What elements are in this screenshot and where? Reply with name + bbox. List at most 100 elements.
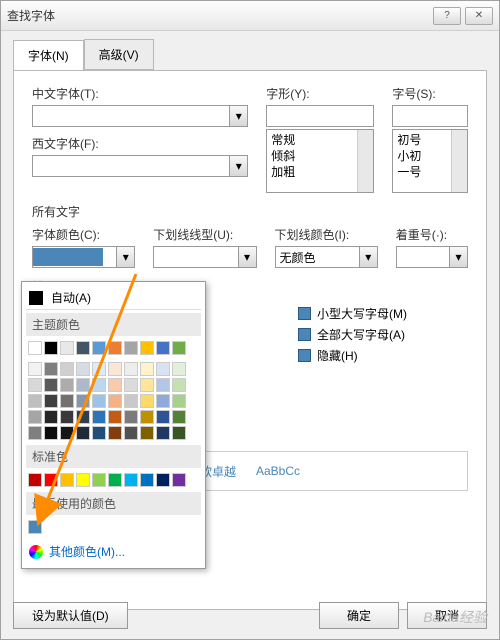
- size-input[interactable]: [392, 105, 468, 127]
- tab-advanced[interactable]: 高级(V): [84, 39, 154, 70]
- color-swatch[interactable]: [44, 341, 58, 355]
- color-swatch[interactable]: [60, 394, 74, 408]
- color-swatch[interactable]: [140, 394, 154, 408]
- color-swatch[interactable]: [44, 362, 58, 376]
- color-swatch[interactable]: [140, 410, 154, 424]
- check-hidden[interactable]: 隐藏(H): [298, 347, 468, 364]
- color-swatch[interactable]: [140, 341, 154, 355]
- color-swatch[interactable]: [76, 394, 90, 408]
- color-swatch[interactable]: [76, 341, 90, 355]
- color-swatch[interactable]: [92, 473, 106, 487]
- color-swatch[interactable]: [124, 378, 138, 392]
- color-swatch[interactable]: [92, 394, 106, 408]
- color-swatch[interactable]: [108, 473, 122, 487]
- chevron-down-icon: ▾: [116, 247, 134, 267]
- color-swatch[interactable]: [60, 362, 74, 376]
- color-swatch[interactable]: [92, 378, 106, 392]
- emphasis-combo[interactable]: ▾: [396, 246, 468, 268]
- color-swatch[interactable]: [76, 410, 90, 424]
- color-swatch[interactable]: [92, 362, 106, 376]
- color-swatch[interactable]: [124, 362, 138, 376]
- color-swatch[interactable]: [124, 341, 138, 355]
- color-swatch[interactable]: [60, 341, 74, 355]
- color-swatch[interactable]: [156, 341, 170, 355]
- color-swatch[interactable]: [28, 394, 42, 408]
- color-swatch[interactable]: [44, 394, 58, 408]
- color-swatch[interactable]: [28, 341, 42, 355]
- style-input[interactable]: [266, 105, 374, 127]
- style-list[interactable]: 常规 倾斜 加粗: [266, 129, 374, 193]
- color-swatch[interactable]: [108, 378, 122, 392]
- set-default-button[interactable]: 设为默认值(D): [13, 602, 128, 629]
- color-swatch[interactable]: [92, 410, 106, 424]
- color-swatch[interactable]: [156, 394, 170, 408]
- theme-palette: [26, 339, 201, 357]
- color-swatch[interactable]: [172, 394, 186, 408]
- color-swatch[interactable]: [60, 378, 74, 392]
- color-swatch[interactable]: [28, 426, 42, 440]
- color-swatch[interactable]: [28, 378, 42, 392]
- color-swatch[interactable]: [108, 341, 122, 355]
- color-swatch[interactable]: [172, 362, 186, 376]
- westfont-combo[interactable]: ▾: [32, 155, 248, 177]
- color-swatch[interactable]: [124, 394, 138, 408]
- color-swatch[interactable]: [156, 410, 170, 424]
- color-swatch[interactable]: [108, 426, 122, 440]
- color-swatch[interactable]: [172, 410, 186, 424]
- color-swatch[interactable]: [28, 473, 42, 487]
- color-swatch[interactable]: [76, 473, 90, 487]
- color-swatch[interactable]: [44, 473, 58, 487]
- color-swatch[interactable]: [124, 410, 138, 424]
- more-colors-row[interactable]: 其他颜色(M)...: [26, 539, 201, 564]
- check-smallcaps[interactable]: 小型大写字母(M): [298, 305, 468, 322]
- ultype-combo[interactable]: ▾: [153, 246, 256, 268]
- color-swatch[interactable]: [108, 410, 122, 424]
- size-list[interactable]: 初号 小初 一号: [392, 129, 468, 193]
- color-swatch[interactable]: [60, 473, 74, 487]
- color-swatch[interactable]: [92, 341, 106, 355]
- color-swatch[interactable]: [156, 362, 170, 376]
- close-button[interactable]: ✕: [465, 7, 493, 25]
- color-swatch[interactable]: [76, 378, 90, 392]
- color-swatch[interactable]: [76, 426, 90, 440]
- color-swatch[interactable]: [60, 410, 74, 424]
- color-swatch[interactable]: [156, 378, 170, 392]
- auto-color-row[interactable]: 自动(A): [26, 286, 201, 310]
- help-button[interactable]: ?: [433, 7, 461, 25]
- ulcolor-combo[interactable]: 无颜色▾: [275, 246, 378, 268]
- color-swatch[interactable]: [124, 473, 138, 487]
- color-swatch[interactable]: [156, 426, 170, 440]
- color-swatch[interactable]: [140, 426, 154, 440]
- label-westfont: 西文字体(F):: [32, 135, 248, 152]
- label-style: 字形(Y):: [266, 85, 374, 102]
- recent-colors-header: 最近使用的颜色: [26, 492, 201, 515]
- color-swatch[interactable]: [124, 426, 138, 440]
- color-swatch[interactable]: [108, 362, 122, 376]
- color-swatch[interactable]: [140, 362, 154, 376]
- scrollbar[interactable]: [357, 130, 373, 192]
- color-swatch[interactable]: [44, 378, 58, 392]
- color-swatch[interactable]: [140, 378, 154, 392]
- cnfont-combo[interactable]: ▾: [32, 105, 248, 127]
- color-swatch[interactable]: [28, 362, 42, 376]
- color-swatch[interactable]: [172, 426, 186, 440]
- color-swatch[interactable]: [44, 426, 58, 440]
- ok-button[interactable]: 确定: [319, 602, 399, 629]
- standard-palette: [26, 471, 201, 489]
- color-swatch[interactable]: [172, 341, 186, 355]
- color-swatch[interactable]: [172, 473, 186, 487]
- color-swatch[interactable]: [28, 520, 42, 534]
- color-swatch[interactable]: [140, 473, 154, 487]
- color-swatch[interactable]: [76, 362, 90, 376]
- fontcolor-combo[interactable]: ▾: [32, 246, 135, 268]
- color-swatch[interactable]: [156, 473, 170, 487]
- check-allcaps[interactable]: 全部大写字母(A): [298, 326, 468, 343]
- color-swatch[interactable]: [60, 426, 74, 440]
- scrollbar[interactable]: [451, 130, 467, 192]
- color-swatch[interactable]: [44, 410, 58, 424]
- tab-font[interactable]: 字体(N): [13, 40, 84, 71]
- color-swatch[interactable]: [92, 426, 106, 440]
- color-swatch[interactable]: [28, 410, 42, 424]
- color-swatch[interactable]: [172, 378, 186, 392]
- color-swatch[interactable]: [108, 394, 122, 408]
